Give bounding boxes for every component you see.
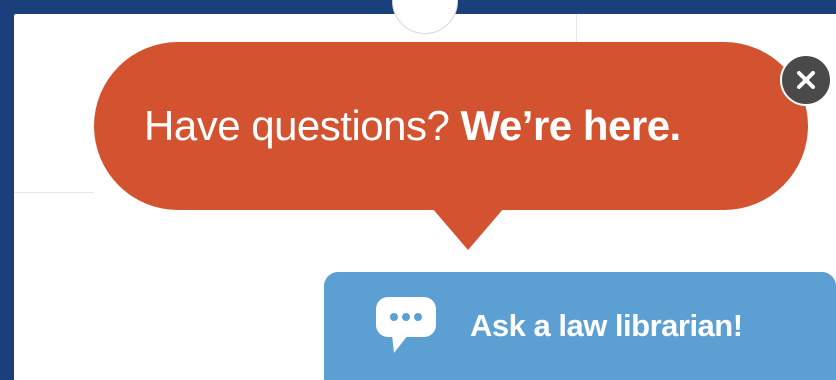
chat-bubble-icon: [376, 297, 436, 353]
close-invite-button[interactable]: [780, 54, 832, 106]
bubble-tail: [432, 208, 504, 250]
horizontal-divider: [14, 192, 94, 193]
chat-invite-answer: We’re here.: [460, 102, 682, 149]
close-icon: [797, 71, 815, 89]
chat-invite-question: Have questions?: [144, 102, 450, 149]
top-round-element: [392, 0, 458, 34]
chat-invite-text: Have questions? We’re here.: [144, 102, 681, 150]
vertical-divider: [576, 14, 577, 42]
ask-librarian-button[interactable]: Ask a law librarian!: [324, 272, 836, 380]
ask-librarian-label: Ask a law librarian!: [470, 308, 743, 343]
chat-invite-bubble: Have questions? We’re here.: [94, 42, 808, 210]
